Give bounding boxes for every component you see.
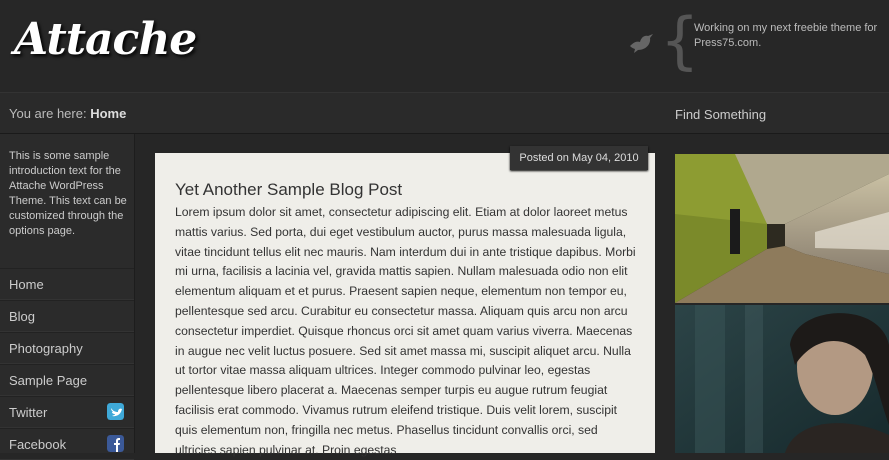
nav-item-facebook[interactable]: Facebook xyxy=(0,428,134,460)
nav-item-blog[interactable]: Blog xyxy=(0,300,134,332)
post-body: Lorem ipsum dolor sit amet, consectetur … xyxy=(175,205,636,457)
subway-station-photo[interactable] xyxy=(675,154,889,303)
breadcrumb: You are here: Home xyxy=(9,106,126,121)
site-header: Attache { Working on my next freebie the… xyxy=(0,0,889,93)
twitter-icon xyxy=(107,403,124,420)
post-title[interactable]: Yet Another Sample Blog Post xyxy=(175,180,402,200)
latest-tweet[interactable]: Working on my next freebie theme for Pre… xyxy=(694,21,884,51)
breadcrumb-current[interactable]: Home xyxy=(90,106,126,121)
nav-item-photography[interactable]: Photography xyxy=(0,332,134,364)
site-logo[interactable]: Attache xyxy=(14,14,197,65)
nav-item-home[interactable]: Home xyxy=(0,268,134,300)
nav-item-sample-page[interactable]: Sample Page xyxy=(0,364,134,396)
sidebar-intro: This is some sample introduction text fo… xyxy=(9,150,127,237)
search-label[interactable]: Find Something xyxy=(675,107,766,122)
nav-label: Facebook xyxy=(9,437,67,452)
sidebar-nav: Home Blog Photography Sample Page Twitte… xyxy=(0,268,134,460)
nav-label: Sample Page xyxy=(9,373,88,388)
nav-label: Twitter xyxy=(9,405,48,420)
rain-portrait-photo[interactable] xyxy=(675,305,889,453)
sidebar: This is some sample introduction text fo… xyxy=(0,134,135,460)
facebook-icon xyxy=(107,435,124,452)
nav-label: Home xyxy=(9,277,44,292)
nav-label: Blog xyxy=(9,309,36,324)
nav-item-twitter[interactable]: Twitter xyxy=(0,396,134,428)
bird-icon xyxy=(630,34,653,53)
breadcrumb-prefix: You are here: xyxy=(9,106,87,121)
post-date-badge: Posted on May 04, 2010 xyxy=(510,146,648,170)
nav-label: Photography xyxy=(9,341,83,356)
breadcrumb-bar: You are here: Home Find Something xyxy=(0,93,889,134)
